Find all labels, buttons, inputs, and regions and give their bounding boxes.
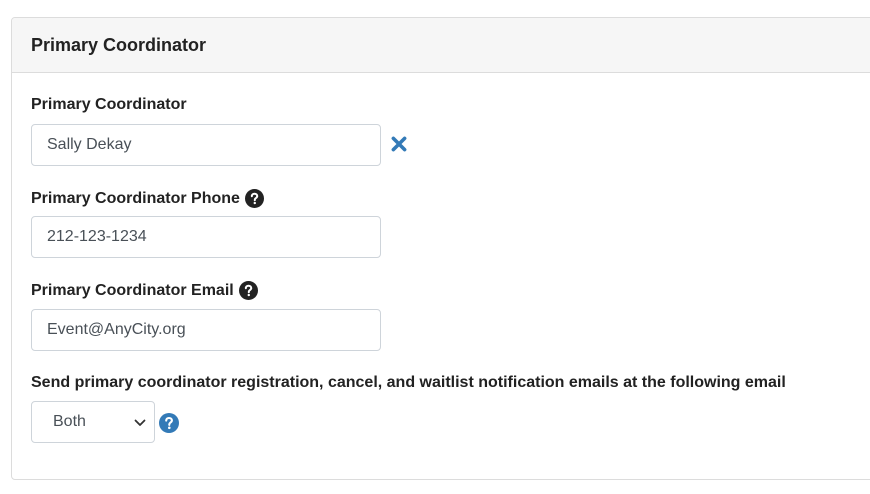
- close-icon[interactable]: [390, 135, 408, 153]
- primary-coordinator-panel: Primary Coordinator Primary Coordinator …: [11, 17, 870, 480]
- email-label-text: Primary Coordinator Email: [31, 281, 234, 299]
- coordinator-label-text: Primary Coordinator: [31, 96, 187, 113]
- coordinator-label: Primary Coordinator: [31, 96, 187, 114]
- question-circle-icon[interactable]: [244, 189, 264, 208]
- coordinator-name-input[interactable]: [31, 124, 381, 166]
- panel-header: Primary Coordinator: [12, 18, 870, 73]
- email-input[interactable]: [31, 309, 381, 351]
- phone-input[interactable]: [31, 216, 381, 258]
- notification-label-text: Send primary coordinator registration, c…: [31, 374, 786, 391]
- phone-label-text: Primary Coordinator Phone: [31, 189, 240, 207]
- panel-title: Primary Coordinator: [31, 34, 207, 55]
- phone-label: Primary Coordinator Phone: [31, 189, 264, 208]
- notification-select-value: Both: [53, 413, 86, 430]
- question-circle-icon[interactable]: [238, 281, 258, 300]
- notification-email-select[interactable]: Both: [31, 401, 155, 443]
- question-circle-icon[interactable]: [159, 413, 179, 433]
- chevron-down-icon: [134, 419, 146, 426]
- notification-label: Send primary coordinator registration, c…: [31, 374, 786, 392]
- email-label: Primary Coordinator Email: [31, 281, 258, 300]
